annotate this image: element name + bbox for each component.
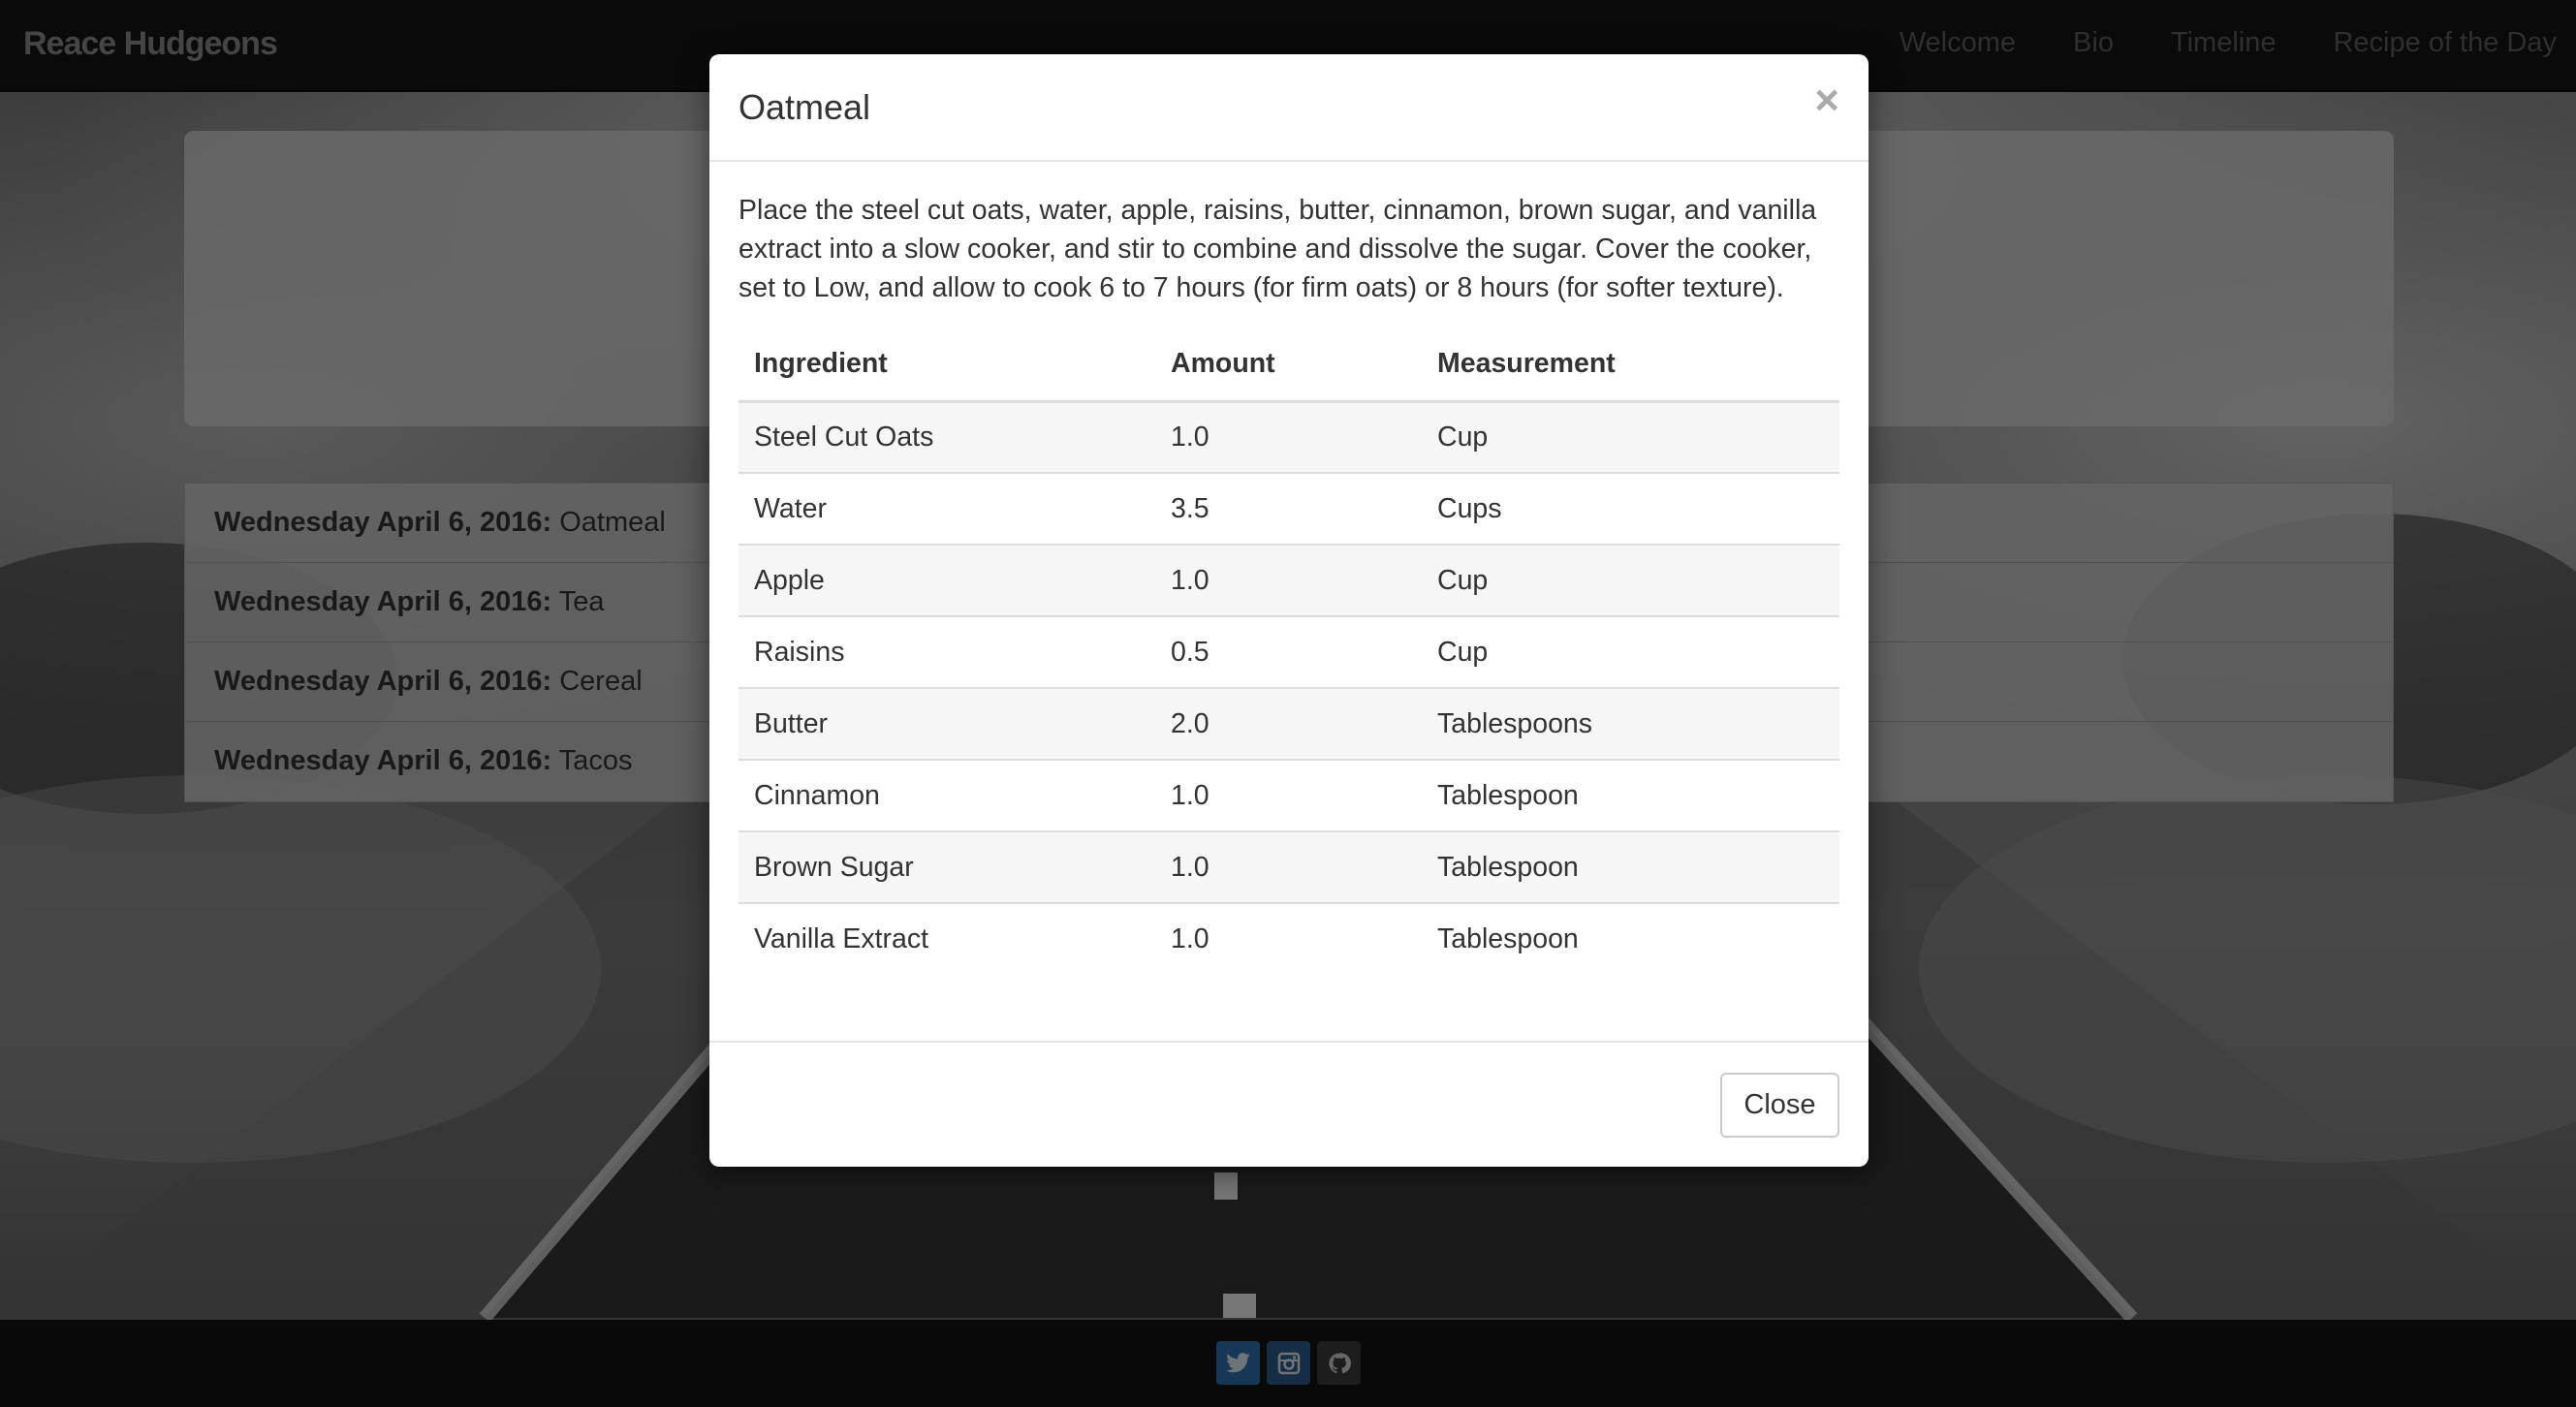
table-row: Vanilla Extract 1.0 Tablespoon — [738, 902, 1839, 975]
table-row: Apple 1.0 Cup — [738, 544, 1839, 616]
measurement-cell: Cup — [1422, 544, 1839, 616]
measurement-cell: Cup — [1422, 400, 1839, 473]
table-row: Raisins 0.5 Cup — [738, 615, 1839, 688]
amount-cell: 1.0 — [1155, 544, 1422, 616]
ingredient-cell: Raisins — [738, 615, 1155, 688]
ingredient-cell: Butter — [738, 687, 1155, 760]
table-row: Brown Sugar 1.0 Tablespoon — [738, 830, 1839, 903]
recipe-modal: Oatmeal × Place the steel cut oats, wate… — [709, 54, 1869, 1167]
ingredient-cell: Steel Cut Oats — [738, 400, 1155, 473]
measurement-cell: Cup — [1422, 615, 1839, 688]
amount-cell: 1.0 — [1155, 830, 1422, 903]
modal-title: Oatmeal — [738, 87, 871, 127]
measurement-cell: Tablespoon — [1422, 830, 1839, 903]
measurement-cell: Cups — [1422, 472, 1839, 545]
table-header-row: Ingredient Amount Measurement — [738, 328, 1839, 403]
ingredient-cell: Water — [738, 472, 1155, 545]
table-row: Butter 2.0 Tablespoons — [738, 687, 1839, 760]
table-row: Steel Cut Oats 1.0 Cup — [738, 400, 1839, 473]
ingredient-cell: Apple — [738, 544, 1155, 616]
amount-cell: 3.5 — [1155, 472, 1422, 545]
ingredient-cell: Cinnamon — [738, 759, 1155, 831]
column-header-amount: Amount — [1155, 328, 1422, 403]
modal-footer: Close — [709, 1041, 1869, 1167]
amount-cell: 1.0 — [1155, 759, 1422, 831]
measurement-cell: Tablespoon — [1422, 902, 1839, 975]
amount-cell: 2.0 — [1155, 687, 1422, 760]
amount-cell: 0.5 — [1155, 615, 1422, 688]
table-row: Water 3.5 Cups — [738, 472, 1839, 545]
modal-header: Oatmeal × — [709, 54, 1869, 162]
column-header-measurement: Measurement — [1422, 328, 1839, 403]
table-row: Cinnamon 1.0 Tablespoon — [738, 759, 1839, 831]
ingredient-cell: Vanilla Extract — [738, 902, 1155, 975]
modal-body: Place the steel cut oats, water, apple, … — [709, 162, 1869, 975]
close-button[interactable]: Close — [1720, 1073, 1839, 1138]
recipe-instructions: Place the steel cut oats, water, apple, … — [738, 195, 1817, 303]
column-header-ingredient: Ingredient — [738, 328, 1155, 403]
ingredients-table: Ingredient Amount Measurement Steel Cut … — [738, 328, 1839, 975]
measurement-cell: Tablespoons — [1422, 687, 1839, 760]
measurement-cell: Tablespoon — [1422, 759, 1839, 831]
amount-cell: 1.0 — [1155, 902, 1422, 975]
close-icon[interactable]: × — [1814, 79, 1839, 122]
ingredient-cell: Brown Sugar — [738, 830, 1155, 903]
amount-cell: 1.0 — [1155, 400, 1422, 473]
